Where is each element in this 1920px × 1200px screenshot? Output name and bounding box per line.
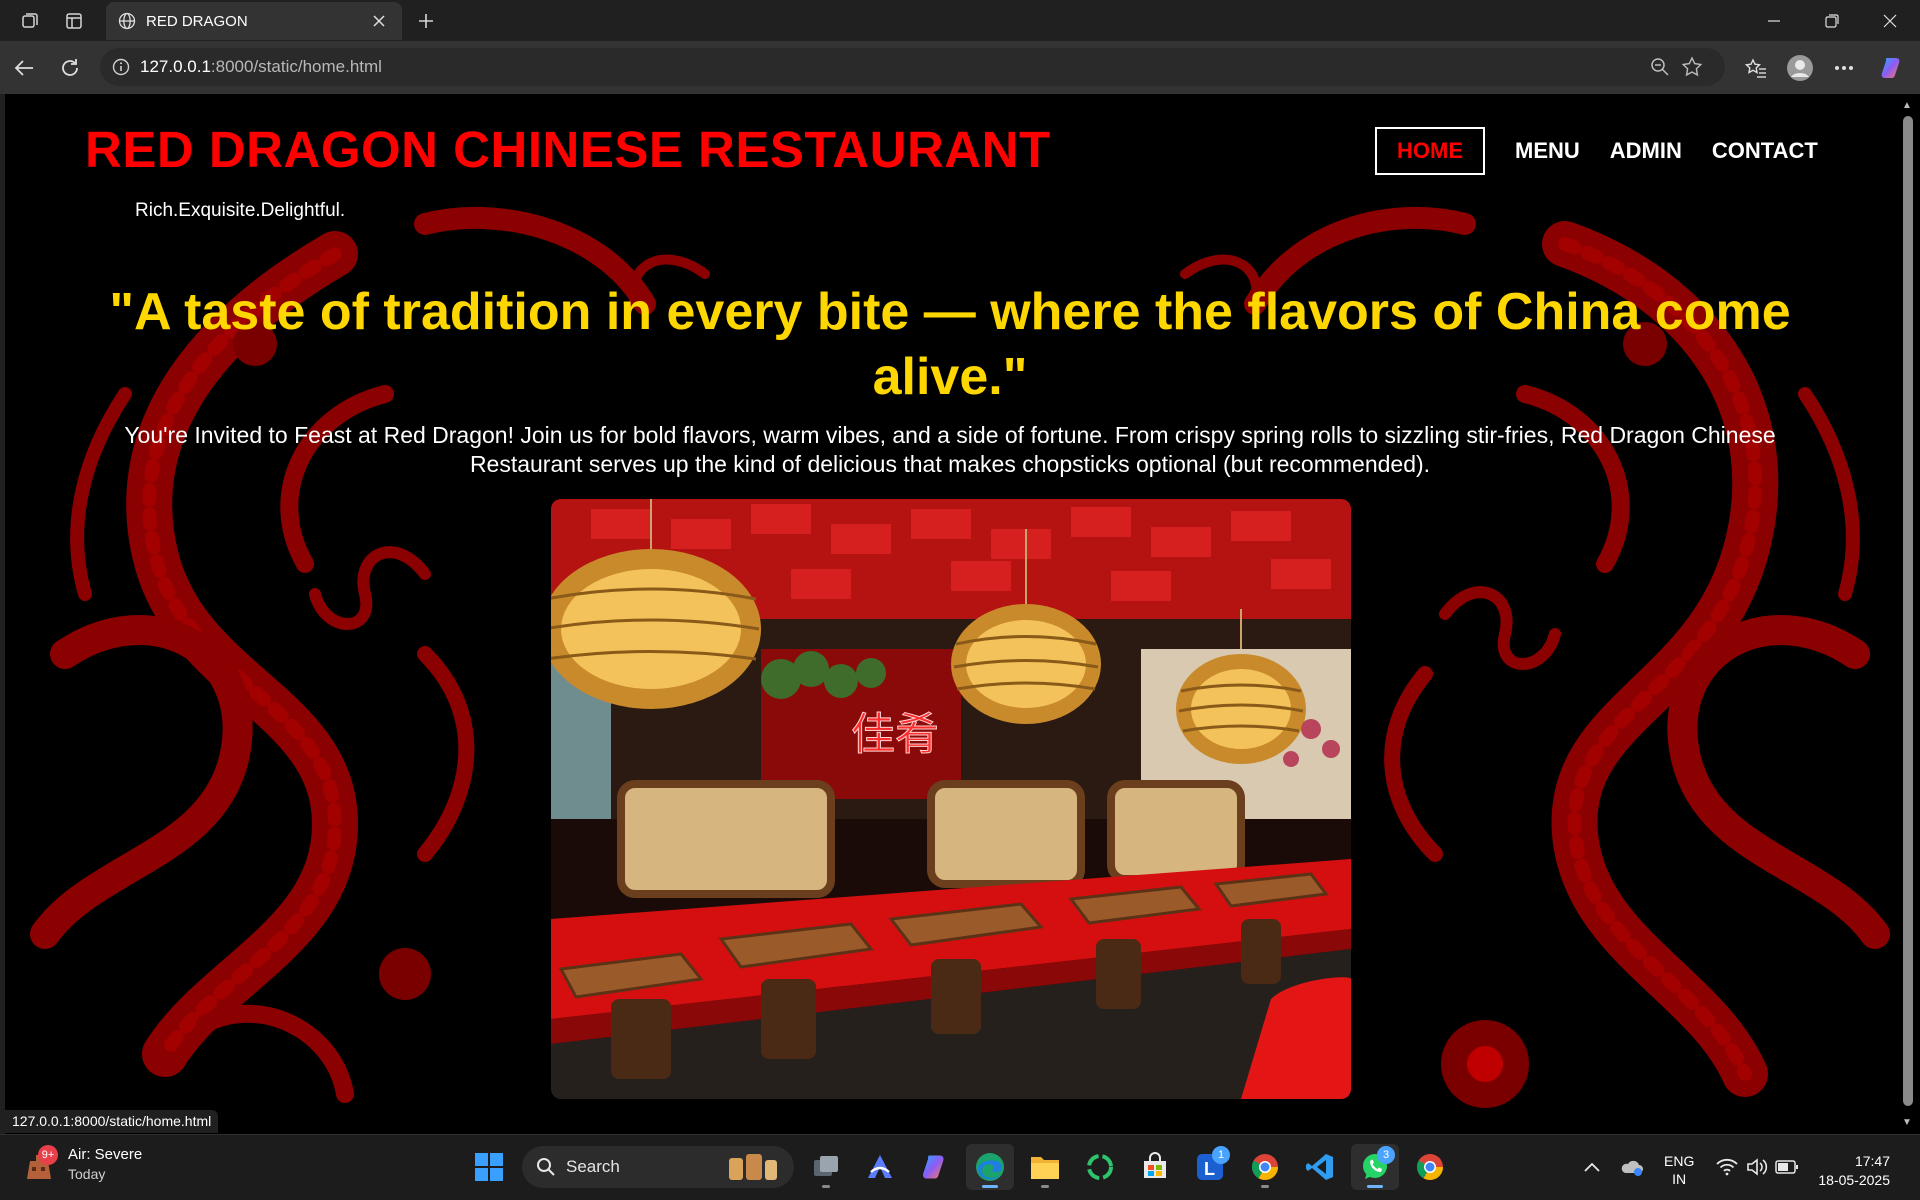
file-explorer-icon[interactable] — [1021, 1144, 1069, 1190]
workspaces-icon[interactable] — [12, 6, 48, 36]
weather-widget[interactable]: 9+ Air: Severe Today — [24, 1145, 143, 1182]
weather-badge: 9+ — [38, 1145, 58, 1165]
store-icon[interactable] — [1131, 1144, 1179, 1190]
system-clock[interactable]: 17:47 18-05-2025 — [1810, 1152, 1890, 1190]
url-host: 127.0.0.1 — [140, 57, 211, 76]
whatsapp-badge: 3 — [1377, 1146, 1395, 1164]
refresh-app-icon[interactable] — [1076, 1144, 1124, 1190]
windows-taskbar: 9+ Air: Severe Today Search L 1 3 ENG IN… — [0, 1134, 1920, 1200]
chrome-icon[interactable] — [1241, 1144, 1289, 1190]
neon-sign: 佳肴 — [851, 709, 939, 760]
minimize-icon[interactable] — [1745, 0, 1803, 41]
main-nav: HOME MENU ADMIN CONTACT — [1375, 127, 1833, 175]
search-icon — [537, 1158, 555, 1176]
hero-quote: "A taste of tradition in every bite — wh… — [109, 283, 1791, 406]
hero-description: You're Invited to Feast at Red Dragon! J… — [124, 422, 1776, 477]
restaurant-interior-image: 佳肴 — [551, 499, 1351, 1099]
clock-time: 17:47 — [1854, 1153, 1890, 1169]
taskbar-search[interactable]: Search — [522, 1146, 794, 1188]
close-tab-icon[interactable] — [368, 10, 390, 32]
site-tagline: Rich.Exquisite.Delightful. — [135, 200, 346, 221]
back-arrow-icon[interactable] — [6, 50, 42, 86]
edge-icon[interactable] — [966, 1144, 1014, 1190]
restore-icon[interactable] — [1803, 0, 1861, 41]
whatsapp-icon[interactable]: 3 — [1351, 1144, 1399, 1190]
more-options-icon[interactable] — [1828, 52, 1860, 84]
weather-title: Air: Severe — [68, 1146, 143, 1163]
vertical-tabs-icon[interactable] — [56, 6, 92, 36]
nav-contact[interactable]: CONTACT — [1697, 127, 1833, 175]
svg-text:L: L — [1204, 1159, 1215, 1179]
vscode-icon[interactable] — [1296, 1144, 1344, 1190]
search-label: Search — [566, 1157, 620, 1176]
scroll-up-arrow-icon[interactable]: ▲ — [1902, 100, 1912, 111]
air-quality-icon: 9+ — [24, 1145, 58, 1181]
new-tab-icon[interactable] — [410, 6, 442, 36]
arc-icon[interactable] — [856, 1144, 904, 1190]
url-path: :8000/static/home.html — [210, 57, 382, 76]
lens-app-icon[interactable]: L 1 — [1186, 1144, 1234, 1190]
tab-title: RED DRAGON — [146, 12, 248, 30]
clock-date: 18-05-2025 — [1818, 1172, 1890, 1188]
address-bar[interactable]: 127.0.0.1:8000/static/home.html — [100, 48, 1725, 86]
language-indicator[interactable]: ENG IN — [1664, 1152, 1694, 1188]
language-code: ENG — [1664, 1153, 1695, 1169]
scroll-down-arrow-icon[interactable]: ▼ — [1902, 1117, 1912, 1128]
site-title: RED DRAGON CHINESE RESTAURANT — [85, 121, 1051, 178]
page-scrollbar[interactable]: ▲ ▼ — [1896, 94, 1920, 1134]
page-viewport: RED DRAGON CHINESE RESTAURANT Rich.Exqui… — [5, 94, 1896, 1134]
nav-menu[interactable]: MENU — [1500, 127, 1595, 175]
volume-icon[interactable] — [1745, 1155, 1769, 1179]
start-icon[interactable] — [465, 1144, 513, 1190]
task-view-icon[interactable] — [802, 1144, 850, 1190]
profile-avatar-icon[interactable] — [1784, 52, 1816, 84]
close-window-icon[interactable] — [1861, 0, 1919, 41]
browser-tab-bar: RED DRAGON — [0, 0, 1920, 41]
nav-home[interactable]: HOME — [1375, 127, 1485, 175]
weather-subtitle: Today — [68, 1166, 106, 1182]
onedrive-icon[interactable] — [1620, 1155, 1644, 1179]
favorites-icon[interactable] — [1740, 52, 1772, 84]
nav-admin[interactable]: ADMIN — [1595, 127, 1697, 175]
search-highlight-icon — [729, 1154, 777, 1180]
globe-icon — [118, 12, 136, 30]
region-code: IN — [1672, 1171, 1687, 1187]
active-tab[interactable]: RED DRAGON — [106, 2, 402, 40]
chevron-up-icon[interactable] — [1580, 1155, 1604, 1179]
browser-toolbar: 127.0.0.1:8000/static/home.html — [0, 41, 1920, 94]
copilot-icon[interactable] — [911, 1144, 959, 1190]
refresh-icon[interactable] — [52, 50, 88, 86]
wifi-icon[interactable] — [1715, 1155, 1739, 1179]
lens-app-badge: 1 — [1212, 1146, 1230, 1164]
chrome-icon-2[interactable] — [1406, 1144, 1454, 1190]
favorite-star-icon[interactable] — [1680, 56, 1704, 77]
zoom-icon[interactable] — [1648, 57, 1672, 77]
link-status-url: 127.0.0.1:8000/static/home.html — [5, 1110, 219, 1133]
copilot-sidebar-icon[interactable] — [1876, 52, 1908, 84]
site-info-icon[interactable] — [112, 58, 130, 76]
battery-icon[interactable] — [1775, 1155, 1799, 1179]
scroll-thumb[interactable] — [1903, 116, 1913, 1106]
